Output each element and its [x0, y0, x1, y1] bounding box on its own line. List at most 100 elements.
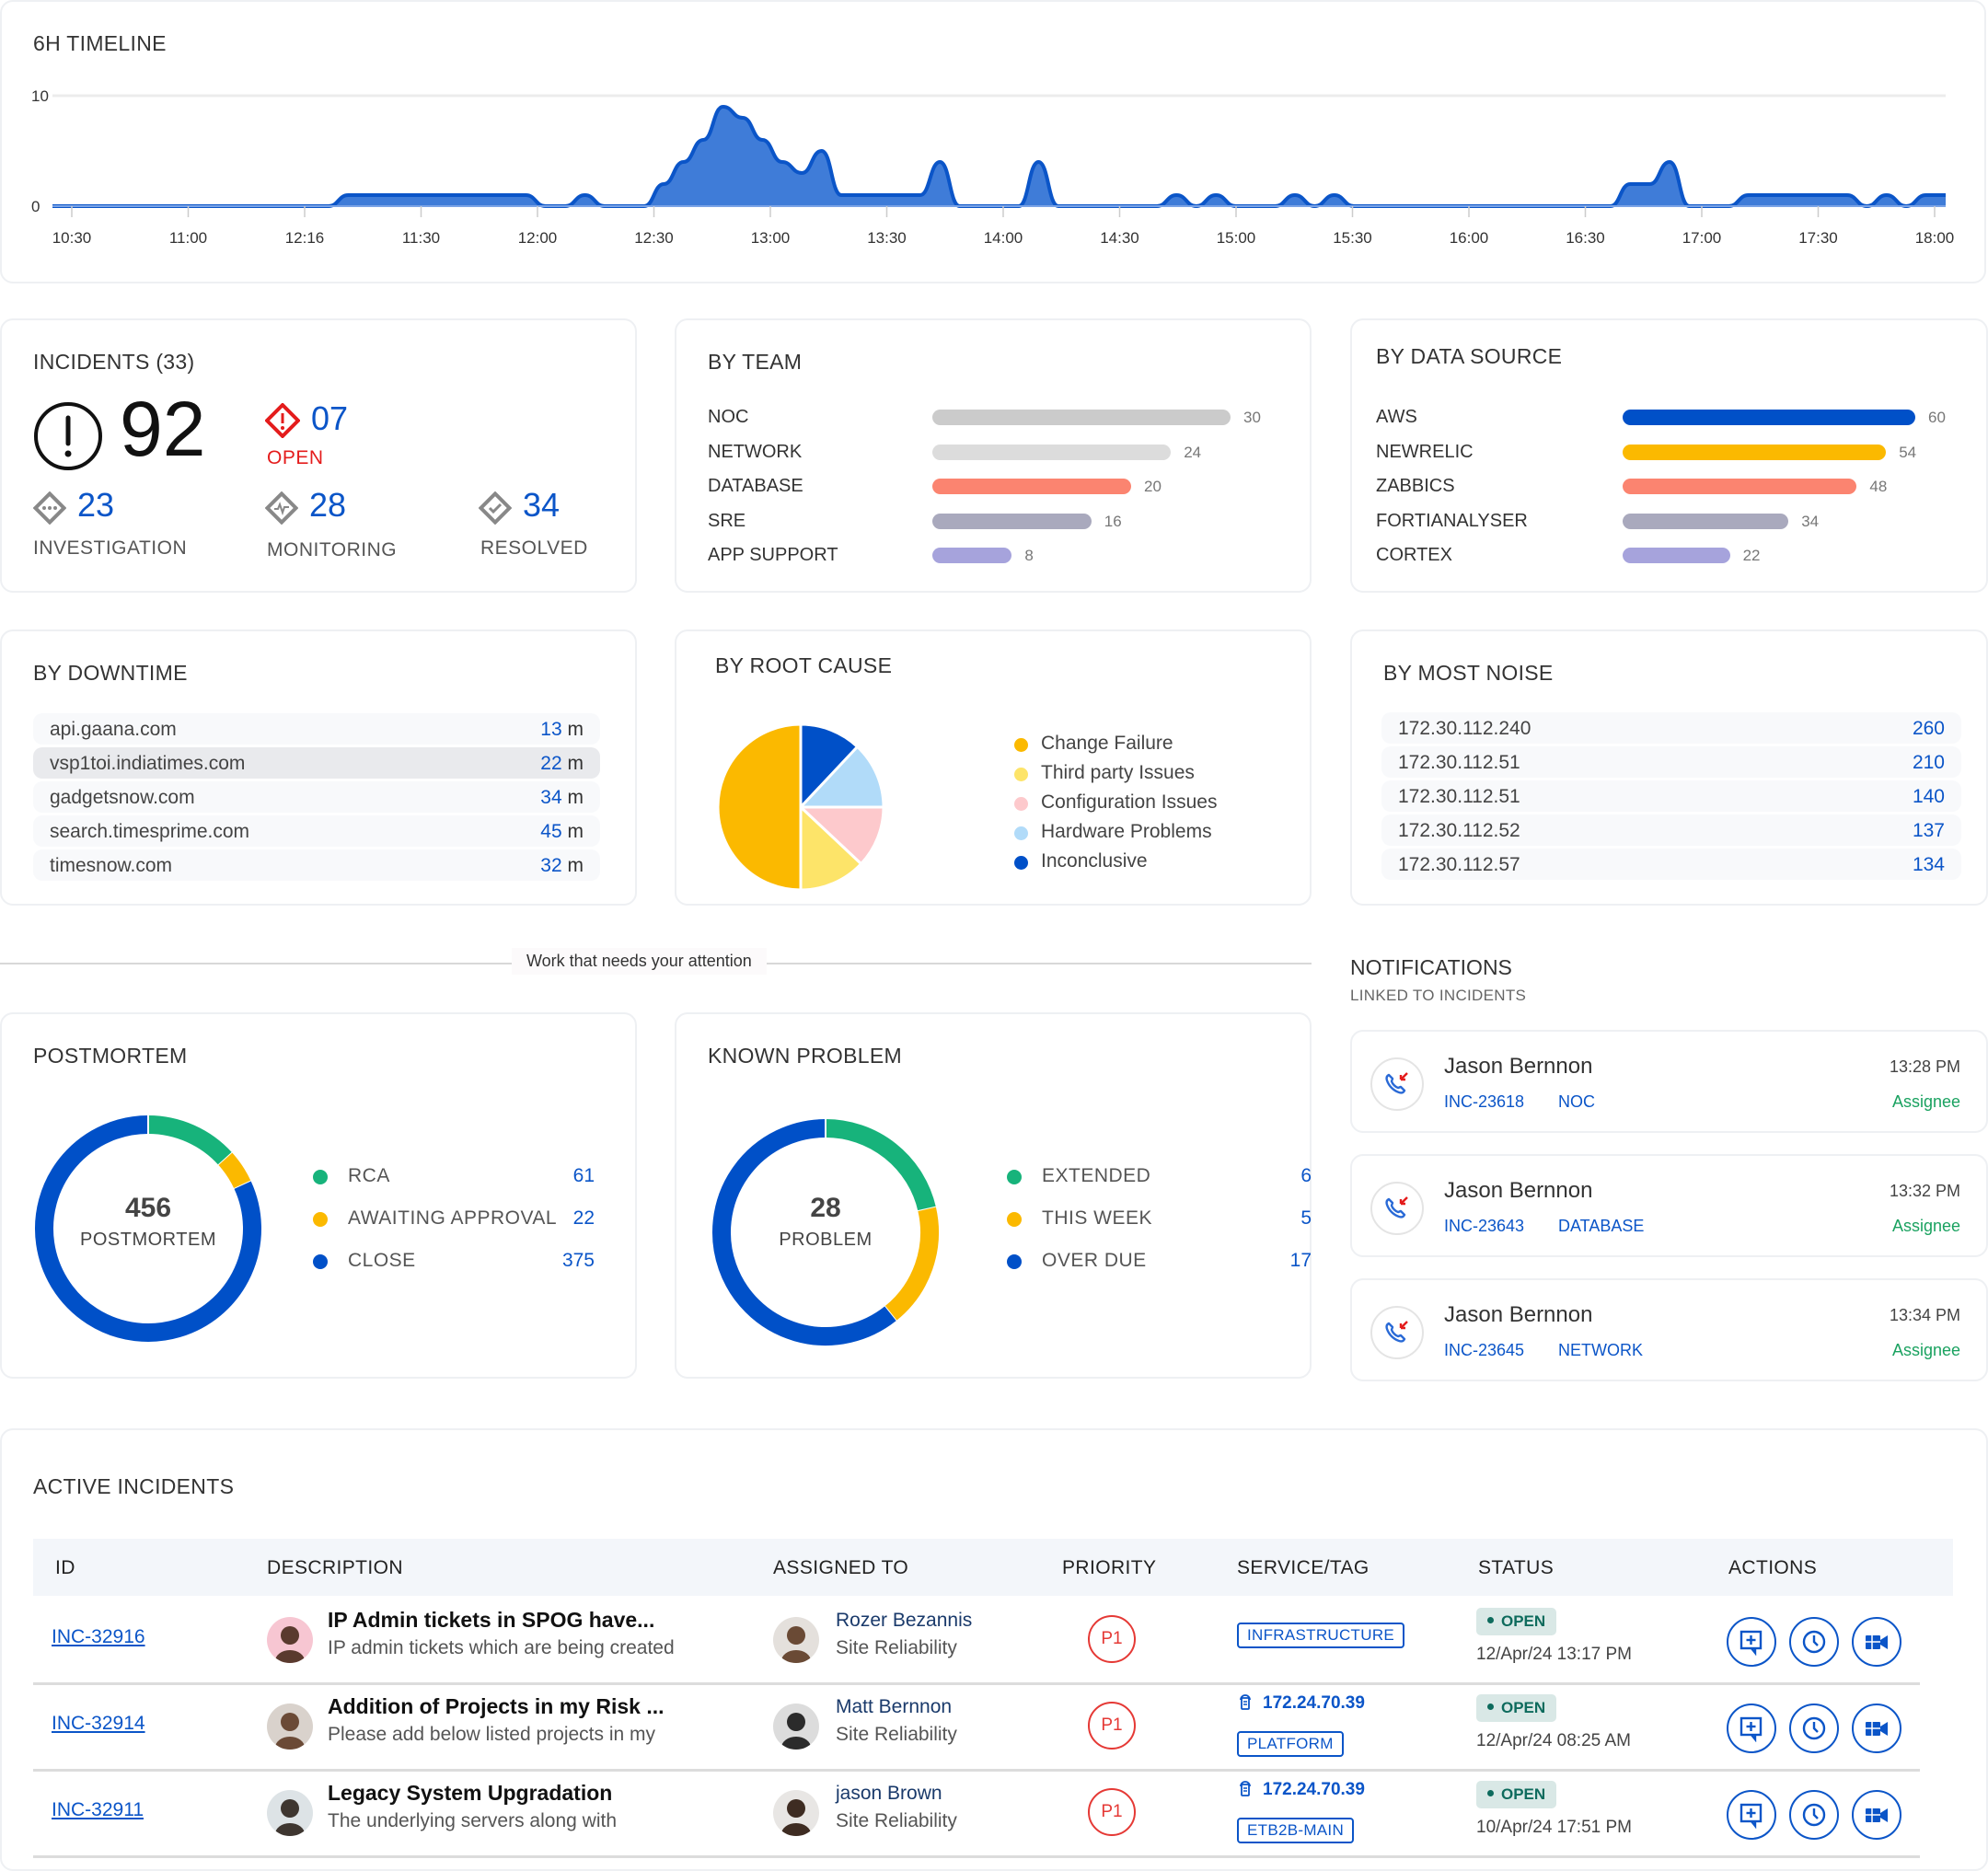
legend-label[interactable]: Change Failure	[1041, 733, 1173, 755]
legend-label[interactable]: Configuration Issues	[1041, 791, 1217, 814]
bar[interactable]	[1623, 410, 1915, 425]
notification-incident-link[interactable]: INC-23645	[1444, 1341, 1524, 1360]
bar[interactable]	[932, 479, 1131, 494]
history-button[interactable]	[1789, 1790, 1839, 1840]
noise-row[interactable]: 172.30.112.240 260	[1381, 712, 1961, 744]
bar[interactable]	[932, 444, 1172, 460]
col-assigned-to[interactable]: ASSIGNED TO	[773, 1557, 908, 1579]
downtime-row[interactable]: search.timesprime.com 45 m	[33, 815, 600, 847]
donut-segment[interactable]	[147, 1115, 233, 1166]
notification-incident-link[interactable]: INC-23618	[1444, 1092, 1524, 1112]
incident-title[interactable]: Legacy System Upgradation	[328, 1781, 612, 1806]
assignee-name[interactable]: Rozer Bezannis	[836, 1610, 972, 1632]
downtime-row[interactable]: vsp1toi.indiatimes.com 22 m	[33, 747, 600, 779]
open-count[interactable]: 07	[311, 399, 348, 438]
downtime-unit: m	[567, 719, 584, 740]
assignee-name[interactable]: jason Brown	[836, 1783, 942, 1805]
bar[interactable]	[1623, 444, 1887, 460]
col-status[interactable]: STATUS	[1478, 1557, 1554, 1579]
legend-value[interactable]: 6	[1256, 1165, 1312, 1187]
add-comment-button[interactable]	[1727, 1617, 1776, 1667]
legend-label[interactable]: THIS WEEK	[1042, 1207, 1152, 1230]
resolved-icon	[479, 491, 512, 525]
monitoring-count[interactable]: 28	[309, 486, 346, 525]
col-id[interactable]: ID	[55, 1557, 75, 1579]
incident-title[interactable]: IP Admin tickets in SPOG have...	[328, 1608, 654, 1633]
legend-label[interactable]: Hardware Problems	[1041, 821, 1212, 843]
video-call-button[interactable]	[1852, 1704, 1901, 1753]
legend-value[interactable]: 17	[1256, 1250, 1312, 1272]
bar[interactable]	[1623, 513, 1789, 529]
incident-id-link[interactable]: INC-32916	[52, 1626, 145, 1648]
incident-id-link[interactable]: INC-32914	[52, 1713, 145, 1735]
bar[interactable]	[932, 513, 1092, 529]
legend-label[interactable]: CLOSE	[348, 1250, 416, 1272]
legend-value[interactable]: 375	[539, 1250, 595, 1272]
table-row[interactable]: INC-32911 Legacy System Upgradation The un…	[33, 1772, 1920, 1858]
noise-row[interactable]: 172.30.112.52 137	[1381, 814, 1961, 846]
table-row[interactable]: INC-32916 IP Admin tickets in SPOG have..…	[33, 1599, 1920, 1685]
investigation-count[interactable]: 23	[77, 486, 114, 525]
noise-row[interactable]: 172.30.112.57 134	[1381, 849, 1961, 880]
service-tag[interactable]: INFRASTRUCTURE	[1237, 1623, 1405, 1648]
service-tag[interactable]: PLATFORM	[1237, 1731, 1344, 1757]
add-comment-button[interactable]	[1727, 1704, 1776, 1753]
bar-row: NEWRELIC 54	[1352, 442, 1986, 462]
legend-value[interactable]: 22	[539, 1207, 595, 1230]
notification-incident-link[interactable]: INC-23643	[1444, 1217, 1524, 1236]
notification-item[interactable]: Jason Bernnon INC-23645 NETWORK 13:34 PM Ass…	[1350, 1278, 1988, 1381]
resolved-label: RESOLVED	[480, 537, 588, 559]
legend-label[interactable]: Inconclusive	[1041, 850, 1148, 872]
col-service-tag[interactable]: SERVICE/TAG	[1237, 1557, 1370, 1579]
col-description[interactable]: DESCRIPTION	[267, 1557, 403, 1579]
legend-label[interactable]: EXTENDED	[1042, 1165, 1150, 1187]
add-comment-button[interactable]	[1727, 1790, 1776, 1840]
assignee-name[interactable]: Matt Bernnon	[836, 1696, 952, 1718]
notification-item[interactable]: Jason Bernnon INC-23618 NOC 13:28 PM Assigne…	[1350, 1030, 1988, 1133]
col-priority[interactable]: PRIORITY	[1062, 1557, 1156, 1579]
service-ip[interactable]: 172.24.70.39	[1237, 1692, 1365, 1714]
history-button[interactable]	[1789, 1704, 1839, 1753]
incidents-card: INCIDENTS (33) 92 07 OPEN 23 INVESTIGATI…	[0, 318, 637, 593]
legend-label[interactable]: AWAITING APPROVAL	[348, 1207, 557, 1230]
donut-segment[interactable]	[884, 1207, 939, 1322]
legend-label[interactable]: OVER DUE	[1042, 1250, 1147, 1272]
bar[interactable]	[932, 410, 1231, 425]
noise-count: 210	[1912, 752, 1945, 773]
resolved-count[interactable]: 34	[523, 486, 560, 525]
incident-id-link[interactable]: INC-32911	[52, 1799, 144, 1821]
video-call-button[interactable]	[1852, 1790, 1901, 1840]
by-root-cause-title: BY ROOT CAUSE	[715, 653, 893, 677]
by-root-cause-card: BY ROOT CAUSE Change Failure Third party …	[675, 629, 1312, 906]
pie-slice[interactable]	[716, 722, 803, 892]
noise-row[interactable]: 172.30.112.51 210	[1381, 746, 1961, 778]
priority-badge: P1	[1088, 1615, 1136, 1663]
video-call-button[interactable]	[1852, 1617, 1901, 1667]
legend-label[interactable]: RCA	[348, 1165, 390, 1187]
downtime-row[interactable]: timesnow.com 32 m	[33, 849, 600, 881]
bar[interactable]	[1623, 479, 1857, 494]
legend-label[interactable]: Third party Issues	[1041, 762, 1195, 784]
incident-title[interactable]: Addition of Projects in my Risk ...	[328, 1694, 665, 1719]
donut-segment[interactable]	[218, 1152, 251, 1190]
incidents-total: 92	[120, 386, 206, 472]
table-row[interactable]: INC-32914 Addition of Projects in my Risk…	[33, 1685, 1920, 1772]
bar[interactable]	[1623, 548, 1730, 563]
assignee-avatar	[773, 1790, 819, 1836]
notification-item[interactable]: Jason Bernnon INC-23643 DATABASE 13:32 PM As…	[1350, 1154, 1988, 1257]
status-dot-icon	[1487, 1617, 1494, 1623]
legend-value[interactable]: 5	[1256, 1207, 1312, 1230]
bar[interactable]	[932, 548, 1012, 563]
legend-value[interactable]: 61	[539, 1165, 595, 1187]
legend-dot	[313, 1170, 328, 1184]
downtime-row[interactable]: gadgetsnow.com 34 m	[33, 781, 600, 813]
downtime-row[interactable]: api.gaana.com 13 m	[33, 713, 600, 745]
known-problem-card: KNOWN PROBLEM 28 PROBLEM EXTENDED 6 THIS W…	[675, 1012, 1312, 1379]
service-ip[interactable]: 172.24.70.39	[1237, 1779, 1365, 1800]
service-tag[interactable]: ETB2B-MAIN	[1237, 1818, 1355, 1843]
status-text: OPEN	[1501, 1785, 1546, 1803]
history-button[interactable]	[1789, 1617, 1839, 1667]
notification-role: Assignee	[1891, 1341, 1960, 1359]
legend-dot	[1007, 1170, 1022, 1184]
noise-row[interactable]: 172.30.112.51 140	[1381, 780, 1961, 812]
